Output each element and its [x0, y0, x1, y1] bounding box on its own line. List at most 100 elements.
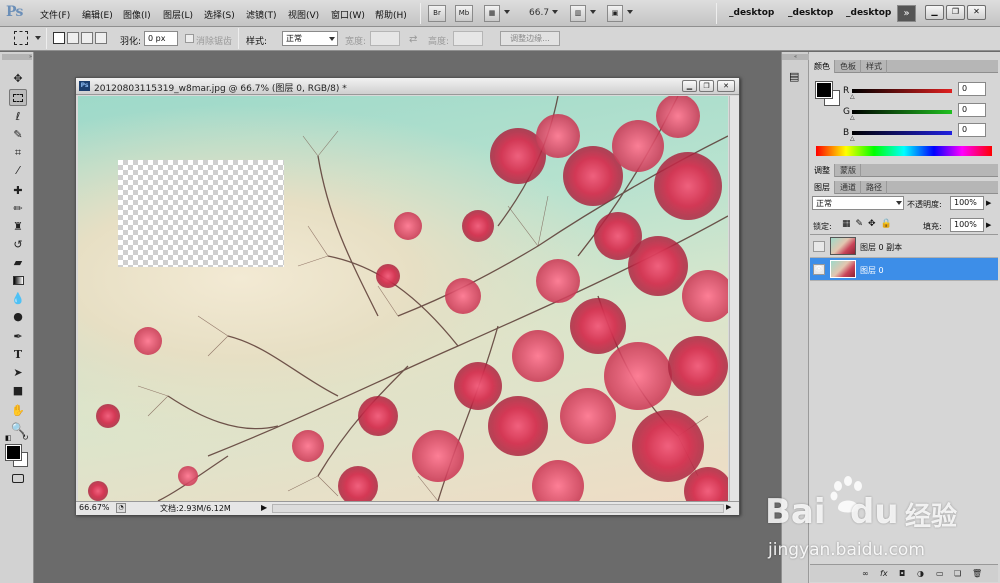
mini-bridge-button[interactable]: Mb — [455, 5, 473, 22]
subtract-selection-icon[interactable] — [81, 32, 93, 44]
menu-select[interactable]: 选择(S) — [204, 8, 235, 21]
adjustment-layer-icon[interactable]: ◑ — [917, 569, 924, 578]
tab-color[interactable]: 颜色 — [810, 60, 835, 73]
blend-mode-select[interactable]: 正常 — [812, 196, 904, 210]
close-icon[interactable]: ✕ — [967, 5, 986, 20]
crop-tool-icon[interactable]: ⌗ — [9, 144, 27, 161]
tab-adjustments[interactable]: 调整 — [810, 164, 835, 177]
menu-layer[interactable]: 图层(L) — [163, 8, 193, 21]
more-workspaces-icon[interactable]: » — [897, 5, 916, 22]
zoom-level[interactable]: 66.7 — [529, 8, 549, 18]
status-menu-arrow-icon[interactable]: ▶ — [261, 503, 267, 512]
chevron-down-icon[interactable] — [329, 37, 335, 41]
menu-file[interactable]: 文件(F) — [40, 8, 70, 21]
tab-paths[interactable]: 路径 — [862, 181, 887, 194]
tab-layers[interactable]: 图层 — [810, 181, 835, 194]
pen-tool-icon[interactable]: ✒ — [9, 328, 27, 345]
slider-thumb-icon[interactable]: △ — [850, 135, 855, 142]
add-mask-icon[interactable]: ◘ — [899, 569, 905, 578]
link-layers-icon[interactable]: ∞ — [862, 569, 869, 578]
hand-tool-icon[interactable]: ✋ — [9, 402, 27, 419]
chevron-down-icon[interactable] — [627, 10, 633, 14]
history-icon[interactable]: ▤ — [789, 70, 799, 83]
document-image[interactable] — [78, 96, 728, 501]
height-input[interactable] — [453, 31, 483, 46]
workspace-desktop-3[interactable]: _desktop — [846, 8, 891, 18]
close-icon[interactable]: ✕ — [717, 80, 735, 92]
width-input[interactable] — [370, 31, 400, 46]
add-selection-icon[interactable] — [67, 32, 79, 44]
collapse-handle[interactable]: » — [2, 54, 32, 60]
eye-icon[interactable]: 👁 — [813, 264, 825, 275]
tab-swatches[interactable]: 色板 — [836, 60, 861, 73]
rectangle-tool-icon[interactable]: ■ — [9, 382, 27, 399]
chevron-down-icon[interactable] — [590, 10, 596, 14]
history-brush-tool-icon[interactable]: ↺ — [9, 236, 27, 253]
quick-selection-tool-icon[interactable]: ✎ — [9, 126, 27, 143]
workspace-desktop-1[interactable]: _desktop — [729, 8, 774, 18]
dodge-tool-icon[interactable]: ● — [9, 308, 27, 325]
swap-icon[interactable]: ⇄ — [409, 34, 417, 45]
feather-input[interactable]: 0 px — [144, 31, 178, 46]
scroll-right-icon[interactable]: ▶ — [726, 503, 731, 511]
layer-row-copy[interactable]: 图层 0 副本 — [810, 235, 998, 258]
maximize-icon[interactable]: ❐ — [699, 80, 714, 92]
workspace-desktop-2[interactable]: _desktop — [788, 8, 833, 18]
marquee-preset-icon[interactable] — [14, 31, 28, 45]
antialias-checkbox[interactable] — [185, 34, 194, 43]
chevron-right-icon[interactable]: ▶ — [986, 221, 991, 229]
trash-icon[interactable]: 🗑 — [972, 569, 982, 578]
swap-colors-icon[interactable]: ↻ — [22, 433, 29, 442]
zoom-readout[interactable]: 66.67% — [79, 503, 110, 512]
quick-mask-icon[interactable] — [9, 470, 27, 487]
healing-brush-tool-icon[interactable]: ✚ — [9, 182, 27, 199]
layer-row-0[interactable]: 👁 图层 0 — [810, 258, 998, 281]
red-value[interactable]: 0 — [958, 82, 986, 96]
menu-filter[interactable]: 滤镜(T) — [246, 8, 277, 21]
chevron-down-icon[interactable] — [504, 10, 510, 14]
tab-masks[interactable]: 蒙版 — [836, 164, 861, 177]
lasso-tool-icon[interactable]: ℓ — [9, 108, 27, 125]
slider-thumb-icon[interactable]: △ — [850, 93, 855, 100]
document-title-bar[interactable]: Ps 20120803115319_w8mar.jpg @ 66.7% (图层 … — [76, 78, 739, 95]
restore-icon[interactable]: ❐ — [946, 5, 965, 20]
vertical-scrollbar[interactable] — [729, 96, 739, 501]
gradient-tool-icon[interactable] — [9, 272, 27, 289]
intersect-selection-icon[interactable] — [95, 32, 107, 44]
green-slider[interactable] — [852, 110, 952, 114]
brush-tool-icon[interactable]: ✏ — [9, 200, 27, 217]
menu-image[interactable]: 图像(I) — [123, 8, 151, 21]
chevron-down-icon[interactable] — [35, 36, 41, 40]
tab-styles[interactable]: 样式 — [862, 60, 887, 73]
new-selection-icon[interactable] — [53, 32, 65, 44]
new-group-icon[interactable]: ▭ — [936, 569, 944, 578]
default-colors-icon[interactable]: ◧ — [5, 434, 12, 442]
chevron-right-icon[interactable]: ▶ — [986, 199, 991, 207]
path-selection-tool-icon[interactable]: ➤ — [9, 364, 27, 381]
red-slider[interactable] — [852, 89, 952, 93]
chevron-down-icon[interactable] — [896, 201, 902, 205]
blue-slider[interactable] — [852, 131, 952, 135]
layer-visibility-toggle[interactable] — [813, 241, 825, 252]
clone-stamp-tool-icon[interactable]: ♜ — [9, 218, 27, 235]
lock-options-icons[interactable]: ▦✎✥🔒 — [842, 219, 897, 229]
screen-mode-icon[interactable]: ▣ — [607, 5, 623, 22]
eraser-tool-icon[interactable]: ▰ — [9, 254, 27, 271]
blue-value[interactable]: 0 — [958, 123, 986, 137]
chevron-down-icon[interactable] — [552, 10, 558, 14]
menu-help[interactable]: 帮助(H) — [375, 8, 407, 21]
menu-edit[interactable]: 编辑(E) — [82, 8, 113, 21]
collapse-handle[interactable]: « — [782, 54, 809, 60]
horizontal-scrollbar[interactable] — [272, 504, 724, 513]
bridge-button[interactable]: Br — [428, 5, 446, 22]
status-options-icon[interactable]: ◔ — [116, 503, 126, 513]
blur-tool-icon[interactable]: 💧 — [9, 290, 27, 307]
arrange-documents-icon[interactable]: ▥ — [570, 5, 586, 22]
eyedropper-tool-icon[interactable]: ⁄ — [9, 162, 27, 179]
view-extras-icon[interactable]: ▦ — [484, 5, 500, 22]
refine-edge-button[interactable]: 调整边缘... — [500, 31, 560, 46]
tab-channels[interactable]: 通道 — [836, 181, 861, 194]
menu-view[interactable]: 视图(V) — [288, 8, 319, 21]
minimize-icon[interactable]: ▁ — [925, 5, 944, 20]
move-tool-icon[interactable]: ✥ — [9, 70, 27, 87]
